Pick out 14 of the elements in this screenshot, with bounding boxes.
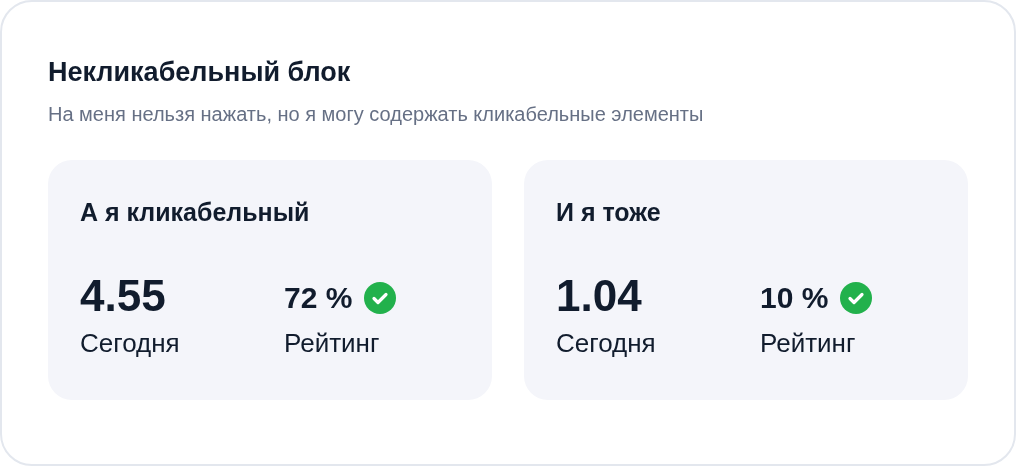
metric-card[interactable]: И я тоже 1.04 Сегодня 10 % Рейтинг bbox=[524, 160, 968, 400]
metric-card[interactable]: А я кликабельный 4.55 Сегодня 72 % Рейтинг bbox=[48, 160, 492, 400]
metric-label: Сегодня bbox=[80, 327, 180, 360]
metric-label: Сегодня bbox=[556, 327, 656, 360]
card-title: А я кликабельный bbox=[80, 197, 311, 228]
metric-value: 1.04 bbox=[556, 272, 642, 320]
rating-label: Рейтинг bbox=[284, 327, 380, 360]
block-subtitle: На меня нельзя нажать, но я могу содержать кликабельные элементы bbox=[48, 102, 705, 127]
rating-label: Рейтинг bbox=[760, 327, 856, 360]
card-title: И я тоже bbox=[556, 197, 662, 228]
metric-value: 4.55 bbox=[80, 272, 166, 320]
block-title: Некликабельный блок bbox=[48, 56, 352, 89]
rating-value: 10 % bbox=[760, 280, 829, 316]
rating-value: 72 % bbox=[284, 280, 353, 316]
